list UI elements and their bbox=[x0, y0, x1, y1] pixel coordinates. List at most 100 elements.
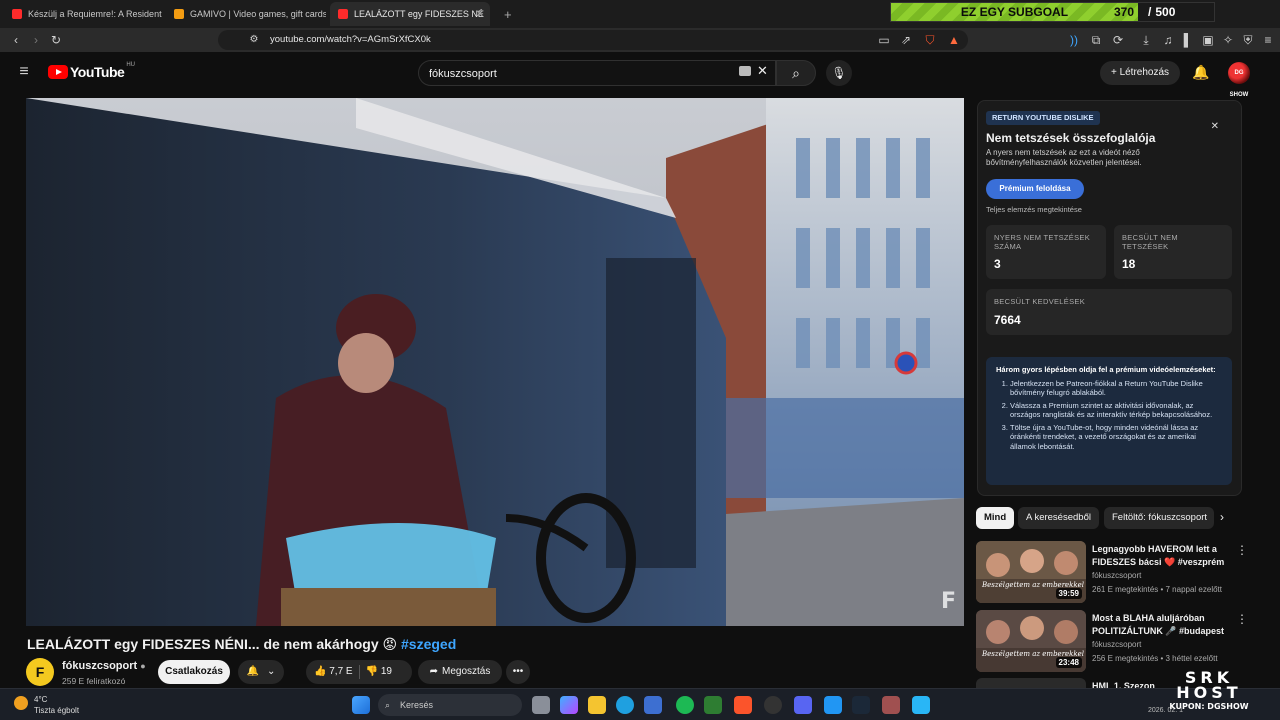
ryd-panel: RETURN YOUTUBE DISLIKE Nem tetszések öss… bbox=[977, 100, 1242, 496]
browser-tab-1[interactable]: Készülj a Requiemre!: A Resident Evil bbox=[4, 2, 164, 26]
chevron-right-icon[interactable]: › bbox=[1220, 510, 1224, 524]
youtube-header: ≡ YouTube HU ✕ ⌕ 🎙 + Létrehozás 🔔 DG SHO… bbox=[0, 52, 1280, 98]
spotify-icon[interactable] bbox=[676, 696, 694, 714]
notification-settings-button[interactable]: 🔔 ⌄ bbox=[238, 660, 284, 684]
clear-search-icon[interactable]: ✕ bbox=[757, 63, 768, 79]
media-icon[interactable]: ♫ bbox=[1160, 32, 1176, 48]
address-bar[interactable]: ⚙ youtube.com/watch?v=AGmSrXfCX0k bbox=[218, 30, 968, 50]
more-vertical-icon[interactable]: ⋮ bbox=[1236, 612, 1248, 626]
channel-avatar[interactable]: F bbox=[26, 658, 54, 686]
search-icon: ⌕ bbox=[385, 700, 391, 710]
recommendation-item[interactable]: Beszélgettem az emberekkel 23:48 Most a … bbox=[976, 610, 1248, 674]
more-actions-button[interactable]: ••• bbox=[506, 660, 530, 684]
keyboard-icon[interactable] bbox=[739, 66, 751, 76]
video-thumbnail[interactable] bbox=[976, 678, 1086, 688]
brave-shields-icon[interactable]: ⛉ bbox=[922, 32, 938, 48]
step-item: Válassza a Premium szintet az aktivitási… bbox=[1010, 401, 1222, 420]
stat-label: BECSÜLT KEDVELÉSEK bbox=[994, 297, 1085, 306]
account-avatar[interactable]: DG SHOW bbox=[1228, 62, 1250, 98]
like-divider bbox=[358, 665, 360, 679]
edge-icon[interactable] bbox=[616, 696, 634, 714]
voice-search-button[interactable]: 🎙 bbox=[826, 60, 852, 86]
video-title: LEALÁZOTT egy FIDESZES NÉNI... de nem ak… bbox=[27, 636, 456, 653]
share-page-icon[interactable]: ⇗ bbox=[898, 32, 914, 48]
share-label: Megosztás bbox=[442, 666, 491, 677]
search-box: ✕ bbox=[418, 60, 776, 86]
app-icon[interactable] bbox=[882, 696, 900, 714]
brave-icon[interactable] bbox=[734, 696, 752, 714]
task-view-icon[interactable] bbox=[532, 696, 550, 714]
browser-toolbar: ‹ › ↻ ▯ ⚙ youtube.com/watch?v=AGmSrXfCX0… bbox=[0, 28, 1280, 52]
steam-icon[interactable] bbox=[852, 696, 870, 714]
notepad-icon[interactable] bbox=[912, 696, 930, 714]
extension-icon[interactable]: ⟳ bbox=[1110, 32, 1126, 48]
youtube-logo[interactable]: YouTube HU bbox=[48, 62, 135, 80]
hashtag-link[interactable]: #szeged bbox=[401, 636, 456, 652]
downloads-icon[interactable]: ⤓ bbox=[1138, 32, 1154, 48]
premium-unlock-button[interactable]: Prémium feloldása bbox=[986, 179, 1084, 199]
site-settings-icon[interactable]: ⚙ bbox=[246, 32, 262, 48]
forward-icon[interactable]: › bbox=[28, 32, 44, 48]
brave-rewards-icon[interactable]: ▲ bbox=[946, 32, 962, 48]
region-code: HU bbox=[126, 62, 135, 68]
copilot-icon[interactable] bbox=[560, 696, 578, 714]
recommendation-item[interactable]: Beszélgettem az emberekkel 39:59 Legnagy… bbox=[976, 541, 1248, 605]
share-button[interactable]: ➦ Megosztás bbox=[418, 660, 502, 684]
file-explorer-icon[interactable] bbox=[588, 696, 606, 714]
extensions-icon[interactable]: ⧉ bbox=[1088, 32, 1104, 48]
dislike-button[interactable]: 👎 19 bbox=[366, 660, 392, 684]
chip-all[interactable]: Mind bbox=[976, 507, 1015, 529]
rec-channel[interactable]: fókuszcsoport bbox=[1092, 640, 1141, 649]
app-icon[interactable] bbox=[824, 696, 842, 714]
subscribe-button[interactable]: Csatlakozás bbox=[158, 660, 230, 684]
reload-icon[interactable]: ↻ bbox=[48, 32, 64, 48]
channel-name[interactable]: fókuszcsoport ● bbox=[62, 660, 146, 672]
browser-tab-active[interactable]: LEALÁZOTT egy FIDESZES NÉ ✕ bbox=[330, 2, 490, 26]
vpn-icon[interactable]: ⛨ bbox=[1240, 32, 1256, 48]
leo-icon[interactable]: ✧ bbox=[1220, 32, 1236, 48]
video-thumbnail[interactable]: Beszélgettem az emberekkel 39:59 bbox=[976, 541, 1086, 603]
menu-icon[interactable]: ≡ bbox=[1260, 32, 1276, 48]
browser-tab-strip: Készülj a Requiemre!: A Resident Evil GA… bbox=[0, 0, 1280, 28]
subgoal-total: 500 bbox=[1155, 5, 1176, 19]
extension-audio-icon[interactable]: )) bbox=[1066, 32, 1082, 48]
search-button[interactable]: ⌕ bbox=[776, 60, 816, 86]
search-input[interactable] bbox=[429, 66, 729, 82]
taskbar-search[interactable]: ⌕ Keresés bbox=[378, 694, 522, 716]
bell-icon: 🔔 bbox=[246, 666, 260, 677]
windows-start-icon[interactable] bbox=[352, 696, 370, 714]
weather-widget[interactable]: 4°C Tiszta égbolt bbox=[14, 694, 79, 716]
rec-channel[interactable]: fókuszcsoport bbox=[1092, 571, 1141, 580]
github-icon[interactable] bbox=[764, 696, 782, 714]
sidebar-icon[interactable]: ▌ bbox=[1180, 32, 1196, 48]
chip-from-uploader[interactable]: Feltöltő: fókuszcsoport bbox=[1104, 507, 1214, 529]
back-icon[interactable]: ‹ bbox=[8, 32, 24, 48]
steps-list: Jelentkezzen be Patreon-fiókkal a Return… bbox=[996, 379, 1222, 452]
browser-tab-2[interactable]: GAMIVO | Video games, gift cards, c bbox=[166, 2, 326, 26]
tab-title: LEALÁZOTT egy FIDESZES NÉ bbox=[354, 9, 484, 19]
create-button[interactable]: + Létrehozás bbox=[1100, 61, 1180, 85]
step-item: Töltse újra a YouTube-ot, hogy minden vi… bbox=[1010, 423, 1222, 452]
wallet-icon[interactable]: ▣ bbox=[1200, 32, 1216, 48]
notifications-bell-icon[interactable]: 🔔 bbox=[1192, 64, 1210, 82]
excel-icon[interactable] bbox=[704, 696, 722, 714]
channel-name-text: fókuszcsoport bbox=[62, 660, 138, 672]
youtube-play-icon bbox=[48, 65, 68, 79]
cast-icon[interactable]: ▭ bbox=[876, 32, 892, 48]
like-button[interactable]: 👍 7,7 E bbox=[314, 660, 353, 684]
video-player[interactable]: F bbox=[26, 98, 964, 626]
hamburger-menu-icon[interactable]: ≡ bbox=[16, 64, 32, 80]
video-thumbnail[interactable]: Beszélgettem az emberekkel 23:48 bbox=[976, 610, 1086, 672]
new-tab-button[interactable]: + bbox=[496, 2, 516, 26]
store-icon[interactable] bbox=[644, 696, 662, 714]
full-analysis-link[interactable]: Teljes elemzés megtekintése bbox=[986, 205, 1082, 214]
stat-estimated-dislikes: BECSÜLT NEM TETSZÉSEK 18 bbox=[1114, 225, 1232, 279]
close-icon[interactable]: ✕ bbox=[1211, 121, 1219, 132]
more-vertical-icon[interactable]: ⋮ bbox=[1236, 543, 1248, 557]
microphone-icon: 🎙 bbox=[831, 66, 847, 80]
discord-icon[interactable] bbox=[794, 696, 812, 714]
subgoal-label: EZ EGY SUBGOAL bbox=[960, 5, 1069, 19]
rec-meta: 261 E megtekintés • 7 nappal ezelőtt bbox=[1092, 585, 1222, 594]
close-tab-icon[interactable]: ✕ bbox=[476, 9, 484, 20]
chip-from-search[interactable]: A keresésedből bbox=[1018, 507, 1099, 529]
